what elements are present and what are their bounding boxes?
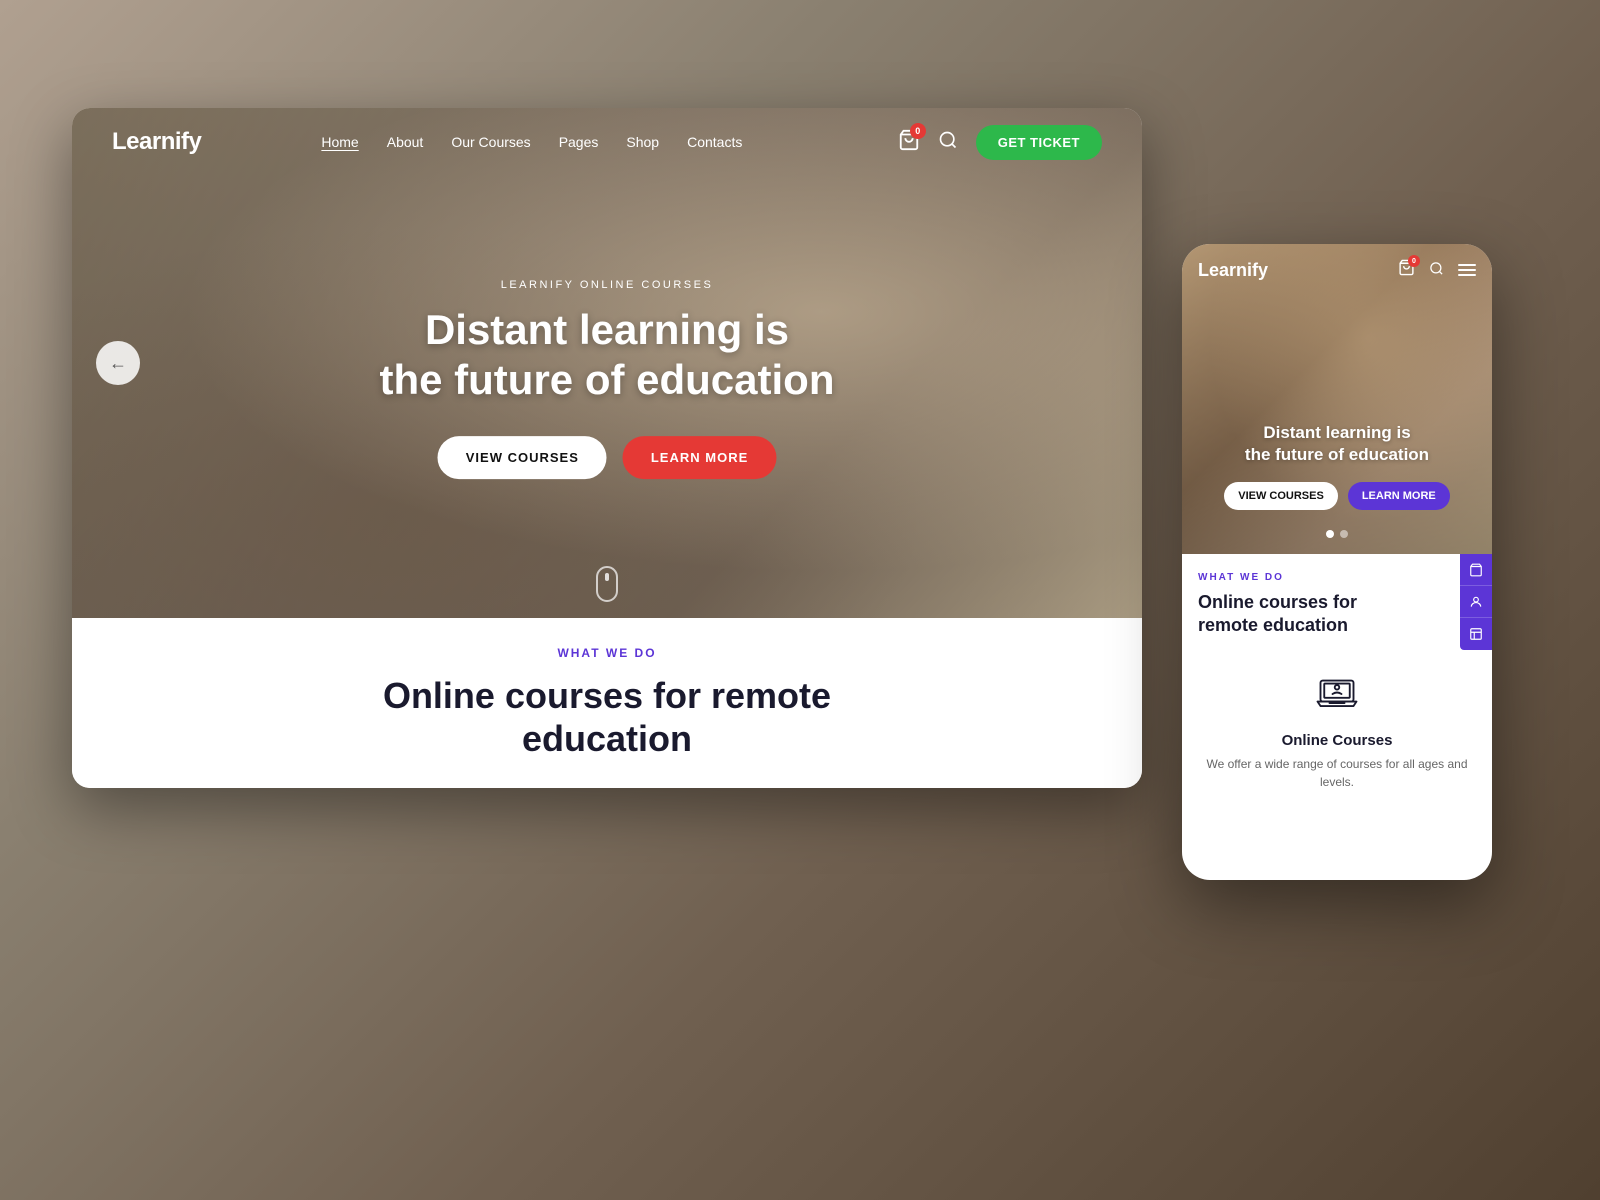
feature-title: Online Courses bbox=[1282, 732, 1393, 749]
mobile-dot-1[interactable] bbox=[1326, 530, 1334, 538]
hero-buttons: VIEW COURSES LEARN MORE bbox=[380, 436, 835, 479]
hero-subtitle: LEARNIFY ONLINE COURSES bbox=[380, 279, 835, 291]
nav-link-pages[interactable]: Pages bbox=[559, 134, 599, 150]
online-courses-icon bbox=[1313, 670, 1361, 718]
mobile-feature-item: Online Courses We offer a wide range of … bbox=[1198, 656, 1476, 801]
desktop-bottom-section: WHAT WE DO Online courses for remote edu… bbox=[72, 618, 1142, 788]
search-icon bbox=[938, 130, 958, 150]
nav-link-contacts[interactable]: Contacts bbox=[687, 134, 742, 150]
hamburger-line bbox=[1458, 274, 1476, 276]
learn-more-button[interactable]: LEARN MORE bbox=[623, 436, 776, 479]
desktop-mockup: Learnify Home About Our Courses Pages Sh… bbox=[72, 108, 1142, 788]
mobile-section-title-line1: Online courses for bbox=[1198, 592, 1357, 612]
mobile-cart-badge: 0 bbox=[1408, 255, 1420, 267]
desktop-hero-content: LEARNIFY ONLINE COURSES Distant learning… bbox=[380, 279, 835, 479]
mobile-learn-more-button[interactable]: LEARN MORE bbox=[1348, 482, 1450, 510]
mobile-title-line2: the future of education bbox=[1245, 445, 1429, 464]
cart-badge: 0 bbox=[910, 123, 926, 139]
mobile-cart-button[interactable]: 0 bbox=[1398, 259, 1415, 281]
search-button[interactable] bbox=[938, 130, 958, 155]
mobile-dot-2[interactable] bbox=[1340, 530, 1348, 538]
mobile-hero-title: Distant learning is the future of educat… bbox=[1198, 422, 1476, 466]
nav-link-shop[interactable]: Shop bbox=[626, 134, 659, 150]
prev-arrow-button[interactable]: ← bbox=[96, 341, 140, 385]
side-cart-icon bbox=[1469, 563, 1483, 577]
section-title-line1: Online courses for remote bbox=[383, 675, 831, 716]
mobile-section-title-line2: remote education bbox=[1198, 615, 1348, 635]
mobile-hero-content: Distant learning is the future of educat… bbox=[1198, 422, 1476, 510]
desktop-logo: Learnify bbox=[112, 128, 201, 156]
mobile-hero-buttons: VIEW COURSES LEARN MORE bbox=[1198, 482, 1476, 510]
side-layout-icon bbox=[1469, 627, 1483, 641]
mobile-hero-dots bbox=[1326, 530, 1348, 538]
mobile-what-we-do-label: WHAT WE DO bbox=[1198, 572, 1476, 583]
mobile-side-icons bbox=[1460, 554, 1492, 650]
mobile-logo: Learnify bbox=[1198, 260, 1268, 281]
hero-title-line1: Distant learning is bbox=[425, 306, 789, 353]
desktop-nav-links: Home About Our Courses Pages Shop Contac… bbox=[321, 134, 742, 150]
mobile-hero: Learnify 0 bbox=[1182, 244, 1492, 554]
mobile-title-line1: Distant learning is bbox=[1263, 423, 1410, 442]
hamburger-line bbox=[1458, 264, 1476, 266]
nav-link-home[interactable]: Home bbox=[321, 134, 358, 150]
mobile-side-person[interactable] bbox=[1460, 586, 1492, 618]
section-title-line2: education bbox=[522, 718, 692, 759]
hamburger-line bbox=[1458, 269, 1476, 271]
nav-link-courses[interactable]: Our Courses bbox=[451, 134, 530, 150]
desktop-hero: Learnify Home About Our Courses Pages Sh… bbox=[72, 108, 1142, 618]
view-courses-button[interactable]: VIEW COURSES bbox=[438, 436, 607, 479]
desktop-nav: Learnify Home About Our Courses Pages Sh… bbox=[72, 108, 1142, 176]
mobile-bottom-section: WHAT WE DO Online courses for remote edu… bbox=[1182, 554, 1492, 817]
hero-title: Distant learning is the future of educat… bbox=[380, 305, 835, 406]
mobile-search-button[interactable] bbox=[1429, 261, 1444, 280]
scroll-indicator bbox=[596, 566, 618, 602]
nav-link-about[interactable]: About bbox=[387, 134, 424, 150]
feature-desc: We offer a wide range of courses for all… bbox=[1198, 755, 1476, 791]
get-ticket-button[interactable]: GET TICKET bbox=[976, 125, 1102, 160]
side-person-icon bbox=[1469, 595, 1483, 609]
desktop-nav-actions: 0 GET TICKET bbox=[898, 125, 1102, 160]
mobile-menu-button[interactable] bbox=[1458, 264, 1476, 276]
hero-title-line2: the future of education bbox=[380, 356, 835, 403]
mobile-view-courses-button[interactable]: VIEW COURSES bbox=[1224, 482, 1338, 510]
mobile-search-icon bbox=[1429, 261, 1444, 276]
mobile-side-cart[interactable] bbox=[1460, 554, 1492, 586]
mobile-section-title: Online courses for remote education bbox=[1198, 591, 1476, 638]
mobile-side-layout[interactable] bbox=[1460, 618, 1492, 650]
what-we-do-label: WHAT WE DO bbox=[557, 646, 656, 660]
mobile-nav-icons: 0 bbox=[1398, 259, 1476, 281]
mobile-nav: Learnify 0 bbox=[1182, 244, 1492, 296]
mobile-mockup: Learnify 0 bbox=[1182, 244, 1492, 880]
feature-icon-wrapper bbox=[1309, 666, 1365, 722]
cart-button[interactable]: 0 bbox=[898, 129, 920, 156]
scroll-dot bbox=[605, 573, 609, 581]
desktop-section-title: Online courses for remote education bbox=[383, 674, 831, 760]
